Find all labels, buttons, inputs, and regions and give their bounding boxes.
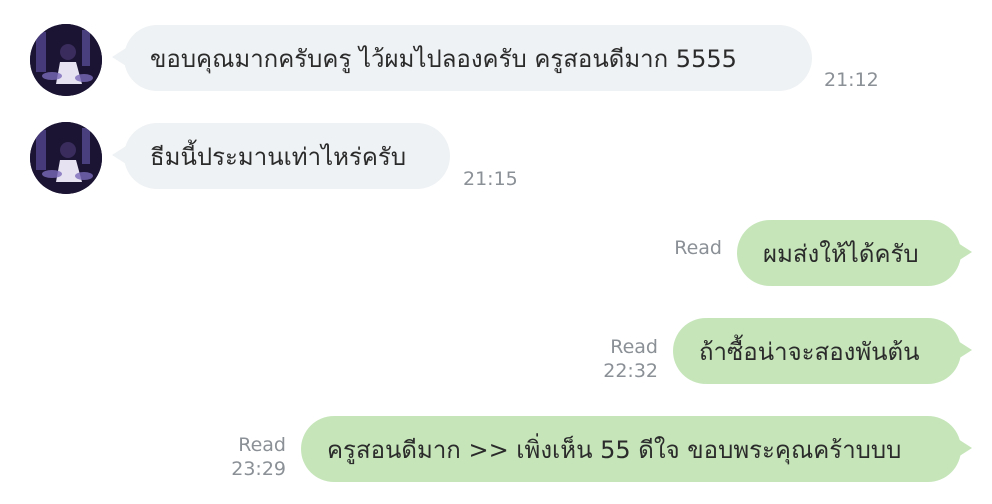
message-meta: 21:12 xyxy=(824,68,879,92)
avatar-photo-icon xyxy=(30,122,102,194)
message-text: ธีมนี้ประมานเท่าไหร่ครับ xyxy=(150,142,407,171)
message-text: ผมส่งให้ได้ครับ xyxy=(763,239,919,268)
message-bubble[interactable]: ครูสอนดีมาก >> เพิ่งเห็น 55 ดีใจ ขอบพระค… xyxy=(301,416,961,482)
read-status: Read xyxy=(674,237,722,259)
message-meta: Read 22:32 xyxy=(558,335,658,383)
message-text: ขอบคุณมากครับครู ไว้ผมไปลองครับ ครูสอนดี… xyxy=(150,44,737,73)
read-status: Read xyxy=(238,434,286,456)
read-status: Read xyxy=(610,336,658,358)
message-bubble[interactable]: ธีมนี้ประมานเท่าไหร่ครับ xyxy=(124,123,450,189)
message-bubble[interactable]: ผมส่งให้ได้ครับ xyxy=(737,220,961,286)
avatar-photo-icon xyxy=(30,24,102,96)
bubble-tail xyxy=(958,341,972,359)
message-bubble[interactable]: ขอบคุณมากครับครู ไว้ผมไปลองครับ ครูสอนดี… xyxy=(124,25,812,91)
message-meta: Read 23:29 xyxy=(188,433,286,481)
message-time: 21:12 xyxy=(824,69,879,91)
message-text: ครูสอนดีมาก >> เพิ่งเห็น 55 ดีใจ ขอบพระค… xyxy=(327,435,902,464)
avatar[interactable] xyxy=(30,122,102,194)
bubble-tail xyxy=(958,439,972,457)
message-text: ถ้าซื้อน่าจะสองพันต้น xyxy=(699,337,920,366)
message-time: 21:15 xyxy=(463,168,518,190)
message-time: 22:32 xyxy=(603,360,658,382)
avatar[interactable] xyxy=(30,24,102,96)
message-time: 23:29 xyxy=(231,458,286,480)
message-meta: Read xyxy=(620,236,722,260)
message-meta: 21:15 xyxy=(463,167,518,191)
message-bubble[interactable]: ถ้าซื้อน่าจะสองพันต้น xyxy=(673,318,961,384)
bubble-tail xyxy=(958,243,972,261)
